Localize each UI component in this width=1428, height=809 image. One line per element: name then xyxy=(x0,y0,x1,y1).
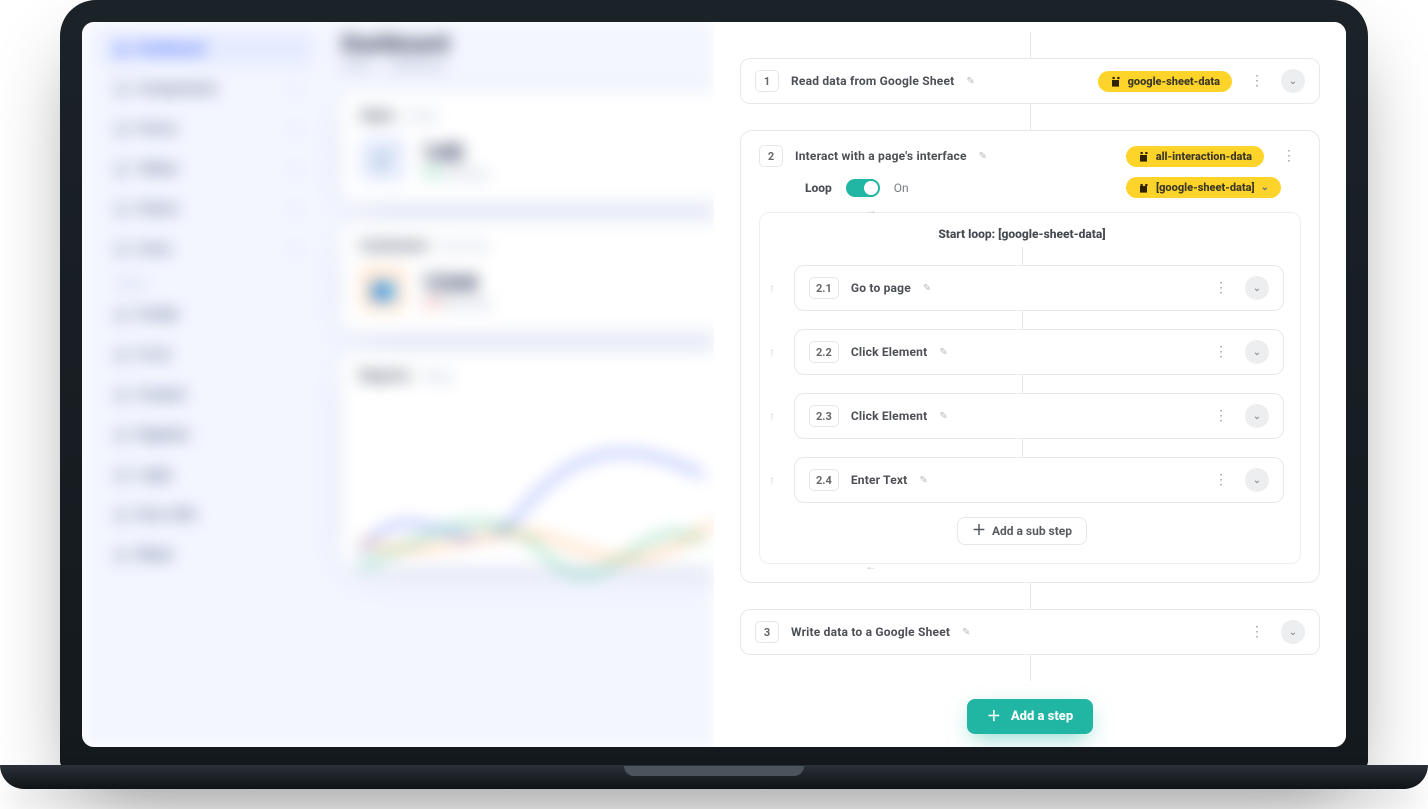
edit-icon[interactable]: ✎ xyxy=(939,411,947,422)
dashboard-blurred: Dashboard Components▾ Forms▾ Tables▾ Cha… xyxy=(82,22,714,747)
step-number: 2.3 xyxy=(809,405,839,427)
data-tag[interactable]: all-interaction-data xyxy=(1126,146,1264,167)
edit-icon[interactable]: ✎ xyxy=(979,151,987,162)
step-title: Enter Text xyxy=(851,473,908,487)
edit-icon[interactable]: ✎ xyxy=(966,76,974,87)
expand-toggle[interactable]: ⌄ xyxy=(1245,404,1269,428)
expand-toggle[interactable]: ⌄ xyxy=(1245,468,1269,492)
step-number: 2.1 xyxy=(809,277,839,299)
loop-start-title: Start loop: [google-sheet-data] xyxy=(760,227,1284,241)
plug-icon xyxy=(1138,150,1150,162)
step-number: 1 xyxy=(755,70,779,92)
edit-icon[interactable]: ✎ xyxy=(939,347,947,358)
loop-state: On xyxy=(894,181,909,195)
kebab-menu[interactable]: ⋮ xyxy=(1208,470,1233,490)
step-number: 2.4 xyxy=(809,469,839,491)
step-number: 2.2 xyxy=(809,341,839,363)
loop-toggle[interactable] xyxy=(846,179,880,197)
step-title: Read data from Google Sheet xyxy=(791,74,954,88)
add-step-button[interactable]: ＋ Add a step xyxy=(967,699,1093,734)
sub-step-row[interactable]: 2.2 Click Element ✎ ⋮ ⌄ xyxy=(794,329,1284,375)
chevron-down-icon: ⌄ xyxy=(1261,182,1269,193)
kebab-menu[interactable]: ⋮ xyxy=(1244,71,1269,91)
step-row[interactable]: 3 Write data to a Google Sheet ✎ ⋮ ⌄ xyxy=(740,609,1320,655)
loop-config-row: Loop On [google-sheet-data] ⌄ xyxy=(759,167,1301,198)
sub-step-row[interactable]: 2.3 Click Element ✎ ⋮ ⌄ xyxy=(794,393,1284,439)
edit-icon[interactable]: ✎ xyxy=(919,475,927,486)
laptop-frame: Dashboard Components▾ Forms▾ Tables▾ Cha… xyxy=(60,0,1368,769)
connector-line xyxy=(1030,583,1031,609)
step-row[interactable]: 1 Read data from Google Sheet ✎ google-s… xyxy=(740,58,1320,104)
add-sub-step-button[interactable]: ＋ Add a sub step xyxy=(957,517,1087,545)
expand-toggle[interactable]: ⌄ xyxy=(1281,620,1305,644)
loop-container: → Start loop: [google-sheet-data] ↑ 2.1 … xyxy=(759,212,1301,564)
expand-toggle[interactable]: ⌄ xyxy=(1281,69,1305,93)
step-title: Go to page xyxy=(851,281,911,295)
connector-line xyxy=(1030,104,1031,130)
reorder-up-icon[interactable]: ↑ xyxy=(760,409,784,423)
automation-panel: 1 Read data from Google Sheet ✎ google-s… xyxy=(714,22,1346,747)
kebab-menu[interactable]: ⋮ xyxy=(1244,622,1269,642)
kebab-menu[interactable]: ⋮ xyxy=(1208,278,1233,298)
step-number: 3 xyxy=(755,621,779,643)
step-title: Click Element xyxy=(851,409,928,423)
kebab-menu[interactable]: ⋮ xyxy=(1208,406,1233,426)
laptop-notch xyxy=(624,766,804,776)
connector-line xyxy=(1030,655,1031,681)
connector-line xyxy=(1030,32,1031,58)
step-row[interactable]: 2 Interact with a page's interface ✎ all… xyxy=(759,145,1301,167)
expand-toggle[interactable]: ⌄ xyxy=(1245,276,1269,300)
loop-arrow-icon: ← xyxy=(865,559,877,573)
data-tag[interactable]: google-sheet-data xyxy=(1098,71,1232,92)
loop-arrow-icon: → xyxy=(865,203,877,217)
edit-icon[interactable]: ✎ xyxy=(923,283,931,294)
sub-step-row[interactable]: 2.4 Enter Text ✎ ⋮ ⌄ xyxy=(794,457,1284,503)
sub-step-row[interactable]: 2.1 Go to page ✎ ⋮ ⌄ xyxy=(794,265,1284,311)
kebab-menu[interactable]: ⋮ xyxy=(1276,146,1301,166)
plus-icon: ＋ xyxy=(987,710,1001,724)
edit-icon[interactable]: ✎ xyxy=(962,627,970,638)
expand-toggle[interactable]: ⌄ xyxy=(1245,340,1269,364)
plug-icon xyxy=(1110,75,1122,87)
reorder-up-icon[interactable]: ↑ xyxy=(760,281,784,295)
reorder-up-icon[interactable]: ↑ xyxy=(760,473,784,487)
kebab-menu[interactable]: ⋮ xyxy=(1208,342,1233,362)
step-title: Write data to a Google Sheet xyxy=(791,625,950,639)
step-title: Interact with a page's interface xyxy=(795,149,967,163)
step-title: Click Element xyxy=(851,345,928,359)
step-group: 2 Interact with a page's interface ✎ all… xyxy=(740,130,1320,583)
loop-label: Loop xyxy=(805,181,832,195)
screen: Dashboard Components▾ Forms▾ Tables▾ Cha… xyxy=(82,22,1346,747)
plus-icon: ＋ xyxy=(972,524,986,538)
loop-source-tag[interactable]: [google-sheet-data] ⌄ xyxy=(1126,177,1281,198)
step-number: 2 xyxy=(759,145,783,167)
reorder-up-icon[interactable]: ↑ xyxy=(760,345,784,359)
plug-icon xyxy=(1138,182,1150,194)
